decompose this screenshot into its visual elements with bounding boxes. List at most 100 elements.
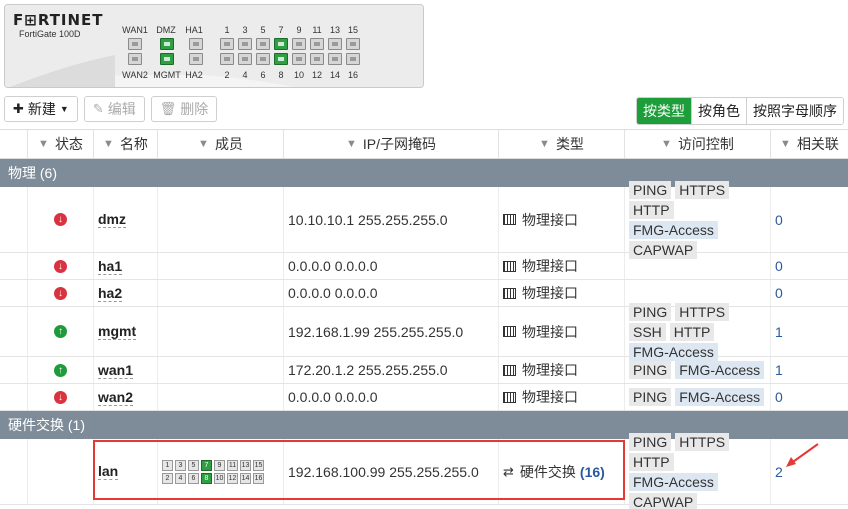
ref-cell: 0 bbox=[771, 187, 848, 252]
member-port[interactable]: 7 bbox=[201, 459, 212, 471]
physical-port-icon bbox=[503, 260, 516, 272]
row-select[interactable] bbox=[0, 357, 28, 383]
row-select[interactable] bbox=[0, 280, 28, 306]
access-tag: FMG-Access bbox=[629, 472, 718, 491]
switch-icon: ⇄ bbox=[503, 463, 514, 479]
table-row[interactable]: ↑ mgmt 192.168.1.99 255.255.255.0 物理接口 P… bbox=[0, 302, 848, 361]
member-port[interactable]: 1 bbox=[162, 459, 173, 471]
member-port[interactable]: 3 bbox=[175, 459, 186, 471]
port-3[interactable] bbox=[238, 38, 252, 50]
port-wan2[interactable] bbox=[128, 53, 142, 65]
row-select[interactable] bbox=[0, 307, 28, 356]
table-row[interactable]: ↓ ha1 0.0.0.0 0.0.0.0 物理接口 0 bbox=[0, 253, 848, 280]
port-4[interactable] bbox=[238, 53, 252, 65]
member-port[interactable]: 4 bbox=[175, 472, 186, 484]
port-15[interactable] bbox=[346, 38, 360, 50]
tab-alphabetical[interactable]: 按照字母顺序 bbox=[746, 98, 843, 124]
header-status[interactable]: ▼ 状态 bbox=[28, 130, 94, 158]
row-select[interactable] bbox=[0, 187, 28, 252]
port-14[interactable] bbox=[328, 53, 342, 65]
header-type[interactable]: ▼ 类型 bbox=[499, 130, 625, 158]
member-port[interactable]: 8 bbox=[201, 472, 212, 484]
ip-cell: 192.168.100.99 255.255.255.0 bbox=[284, 439, 499, 504]
header-select[interactable] bbox=[0, 130, 28, 158]
table-row[interactable]: ↑ wan1 172.20.1.2 255.255.255.0 物理接口 PIN… bbox=[0, 357, 848, 384]
access-tag: FMG-Access bbox=[675, 361, 765, 379]
new-button[interactable]: ✚ 新建 ▼ bbox=[4, 96, 78, 122]
table-row[interactable]: lan 1 3 5 7 9 11 13 15 2 4 6 8 10 12 14 16 192.168.100.… bbox=[0, 432, 848, 509]
port-10[interactable] bbox=[292, 53, 306, 65]
member-port[interactable]: 13 bbox=[240, 459, 251, 471]
interface-name[interactable]: lan bbox=[98, 463, 119, 480]
port-13[interactable] bbox=[328, 38, 342, 50]
header-access[interactable]: ▼ 访问控制 bbox=[625, 130, 771, 158]
member-port[interactable]: 9 bbox=[214, 459, 225, 471]
port-6[interactable] bbox=[256, 53, 270, 65]
ref-count[interactable]: 0 bbox=[775, 258, 783, 274]
ref-count[interactable]: 1 bbox=[775, 324, 783, 340]
header-ip[interactable]: ▼ IP/子网掩码 bbox=[284, 130, 499, 158]
access-tag: CAPWAP bbox=[629, 492, 698, 509]
member-port[interactable]: 2 bbox=[162, 472, 173, 484]
port-5[interactable] bbox=[256, 38, 270, 50]
delete-button[interactable]: 🗑 删除 bbox=[150, 96, 218, 122]
interface-name[interactable]: ha2 bbox=[98, 285, 123, 302]
interface-name[interactable]: wan1 bbox=[98, 362, 134, 379]
status-cell bbox=[28, 439, 94, 504]
header-name[interactable]: ▼ 名称 bbox=[94, 130, 158, 158]
interface-name[interactable]: dmz bbox=[98, 211, 126, 228]
table-row[interactable]: ↓ dmz 10.10.10.1 255.255.255.0 物理接口 PING… bbox=[0, 180, 848, 259]
access-tag: HTTP bbox=[669, 322, 715, 341]
ip-cell: 0.0.0.0 0.0.0.0 bbox=[284, 280, 499, 306]
row-select[interactable] bbox=[0, 384, 28, 410]
member-port[interactable]: 12 bbox=[227, 472, 238, 484]
port-7[interactable] bbox=[274, 38, 288, 50]
ref-count[interactable]: 0 bbox=[775, 285, 783, 301]
port-ha2[interactable] bbox=[189, 53, 203, 65]
member-port[interactable]: 14 bbox=[240, 472, 251, 484]
access-tag: FMG-Access bbox=[675, 388, 765, 406]
ref-cell: 0 bbox=[771, 280, 848, 306]
member-port[interactable]: 6 bbox=[188, 472, 199, 484]
header-ref[interactable]: ▼ 相关联 bbox=[771, 130, 848, 158]
access-tag: PING bbox=[629, 388, 672, 406]
port-ha1[interactable] bbox=[189, 38, 203, 50]
port-mgmt[interactable] bbox=[160, 53, 174, 65]
filter-icon: ▼ bbox=[661, 138, 672, 150]
port-dmz[interactable] bbox=[160, 38, 174, 50]
port-8[interactable] bbox=[274, 53, 288, 65]
port-11[interactable] bbox=[310, 38, 324, 50]
ref-count[interactable]: 1 bbox=[775, 362, 783, 378]
interface-name[interactable]: ha1 bbox=[98, 258, 123, 275]
member-port[interactable]: 15 bbox=[253, 459, 264, 471]
header-members[interactable]: ▼ 成员 bbox=[158, 130, 284, 158]
status-down-icon: ↓ bbox=[54, 286, 67, 300]
port-wan1[interactable] bbox=[128, 38, 142, 50]
edit-button[interactable]: ✎ 编辑 bbox=[83, 96, 145, 122]
header-name-label: 名称 bbox=[119, 136, 148, 152]
member-port[interactable]: 5 bbox=[188, 459, 199, 471]
members-cell bbox=[158, 384, 284, 410]
port-2[interactable] bbox=[220, 53, 234, 65]
ref-count[interactable]: 0 bbox=[775, 389, 783, 405]
port-12[interactable] bbox=[310, 53, 324, 65]
row-select[interactable] bbox=[0, 439, 28, 504]
port-9[interactable] bbox=[292, 38, 306, 50]
tab-by-type[interactable]: 按类型 bbox=[637, 98, 691, 124]
member-port[interactable]: 10 bbox=[214, 472, 225, 484]
table-row[interactable]: ↓ wan2 0.0.0.0 0.0.0.0 物理接口 PING FMG-Acce… bbox=[0, 384, 848, 411]
port-label-ha2: HA2 bbox=[185, 70, 203, 80]
port-1[interactable] bbox=[220, 38, 234, 50]
tab-by-role[interactable]: 按角色 bbox=[691, 98, 746, 124]
device-faceplate: F⊞RTINET FortiGate 100D WAN1 DMZ HA1 1 3… bbox=[4, 4, 424, 88]
status-up-icon: ↑ bbox=[54, 325, 67, 338]
access-tag: FMG-Access bbox=[629, 220, 718, 239]
ref-count[interactable]: 0 bbox=[775, 212, 783, 228]
port-16[interactable] bbox=[346, 53, 360, 65]
port-label-15: 15 bbox=[347, 25, 358, 35]
member-port[interactable]: 11 bbox=[227, 459, 238, 471]
row-select[interactable] bbox=[0, 253, 28, 279]
interface-name[interactable]: mgmt bbox=[98, 323, 137, 340]
member-port[interactable]: 16 bbox=[253, 472, 264, 484]
interface-name[interactable]: wan2 bbox=[98, 389, 134, 406]
